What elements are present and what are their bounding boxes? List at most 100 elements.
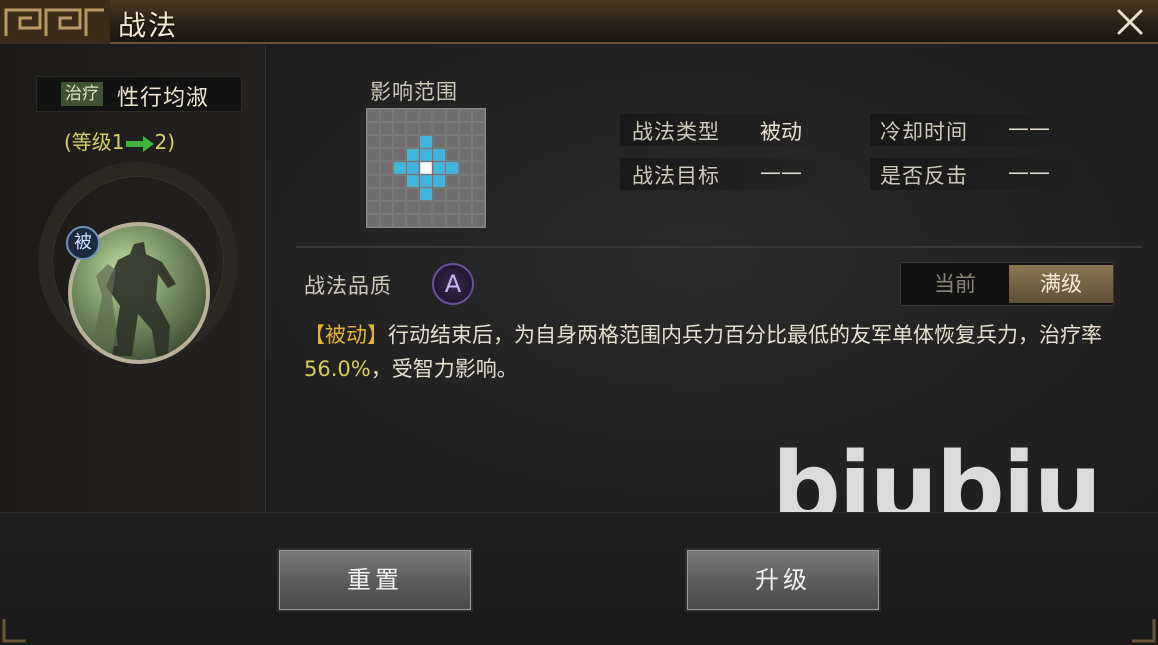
grid-cell xyxy=(432,188,446,201)
grid-cell xyxy=(380,135,393,148)
grid-cell xyxy=(419,214,433,227)
grid-cell-highlighted xyxy=(406,174,420,188)
grid-cell xyxy=(459,122,472,135)
skill-target-value: —— xyxy=(760,160,802,184)
grid-cell xyxy=(406,214,420,227)
grid-cell-highlighted xyxy=(419,135,433,148)
grid-cell xyxy=(472,109,485,122)
description-text-1: 行动结束后，为自身两格范围内兵力百分比最低的友军单体恢复兵力，治疗率 xyxy=(388,323,1102,347)
grid-cell-center xyxy=(419,161,433,175)
grid-cell xyxy=(446,148,459,162)
grid-cell-highlighted xyxy=(406,161,420,175)
grid-cell xyxy=(432,201,446,214)
reset-button[interactable]: 重置 xyxy=(279,550,471,610)
range-grid xyxy=(366,108,486,228)
grid-cell xyxy=(367,174,380,188)
cooldown-label: 冷却时间 xyxy=(880,120,968,144)
grid-cell xyxy=(446,201,459,214)
description-tag: 【被动】 xyxy=(304,323,388,347)
grid-cell xyxy=(472,174,485,188)
grid-cell xyxy=(472,122,485,135)
grid-cell xyxy=(446,214,459,227)
grid-cell xyxy=(432,122,446,135)
tab-max-level[interactable]: 满级 xyxy=(1009,265,1113,303)
grid-cell xyxy=(367,109,380,122)
grid-cell xyxy=(472,214,485,227)
grid-cell xyxy=(393,201,406,214)
description-text-2: ，受智力影响。 xyxy=(370,357,518,381)
level-from: (等级1 xyxy=(64,130,125,154)
grid-cell xyxy=(472,135,485,148)
close-icon[interactable] xyxy=(1112,4,1148,40)
quality-label: 战法品质 xyxy=(304,274,392,298)
grid-cell xyxy=(459,109,472,122)
grid-cell xyxy=(432,214,446,227)
grid-cell xyxy=(446,109,459,122)
grid-cell-highlighted xyxy=(406,148,420,162)
grid-cell xyxy=(367,188,380,201)
skill-description: 【被动】行动结束后，为自身两格范围内兵力百分比最低的友军单体恢复兵力，治疗率 56… xyxy=(304,318,1134,386)
level-to: 2) xyxy=(154,130,176,154)
title-bar: 战法 xyxy=(0,0,1158,44)
grid-cell xyxy=(380,188,393,201)
grid-cell xyxy=(472,161,485,175)
arrow-right-icon xyxy=(125,135,154,152)
grid-cell xyxy=(380,201,393,214)
grid-cell xyxy=(393,109,406,122)
grid-cell xyxy=(406,135,420,148)
skill-window: 战法 治疗 性行均淑 (等级1 2) 被 影响范围 战法类型 被动 冷却时间 ——… xyxy=(0,0,1158,645)
grid-cell xyxy=(446,174,459,188)
grid-cell xyxy=(393,135,406,148)
grid-cell xyxy=(419,122,433,135)
grid-cell xyxy=(380,109,393,122)
grid-cell xyxy=(380,174,393,188)
grid-cell xyxy=(367,135,380,148)
grid-cell xyxy=(367,122,380,135)
grid-cell xyxy=(446,122,459,135)
upgrade-button[interactable]: 升级 xyxy=(687,550,879,610)
grid-cell xyxy=(432,135,446,148)
grid-cell-highlighted xyxy=(432,161,446,175)
skill-name-box: 治疗 性行均淑 xyxy=(36,76,242,112)
grid-cell xyxy=(459,135,472,148)
grid-cell xyxy=(380,122,393,135)
grid-cell xyxy=(459,188,472,201)
bottom-bar xyxy=(0,512,1158,645)
grid-cell xyxy=(393,214,406,227)
grid-cell xyxy=(459,148,472,162)
corner-ornament-icon xyxy=(1132,619,1156,643)
grid-cell xyxy=(393,122,406,135)
grid-cell-highlighted xyxy=(446,161,459,175)
grid-cell xyxy=(367,214,380,227)
grid-cell xyxy=(406,122,420,135)
grid-cell xyxy=(472,148,485,162)
title-ornament-icon xyxy=(0,0,110,44)
grid-cell xyxy=(446,188,459,201)
counter-label: 是否反击 xyxy=(880,164,968,188)
window-title: 战法 xyxy=(118,9,179,42)
grid-cell xyxy=(380,214,393,227)
quality-badge: A xyxy=(432,263,474,305)
skill-target-label: 战法目标 xyxy=(632,164,720,188)
level-toggle: 当前 满级 xyxy=(900,262,1114,306)
grid-cell xyxy=(367,148,380,162)
grid-cell xyxy=(472,201,485,214)
range-label: 影响范围 xyxy=(370,80,458,104)
grid-cell-highlighted xyxy=(432,148,446,162)
grid-cell xyxy=(380,148,393,162)
grid-cell xyxy=(459,201,472,214)
skill-type-value: 被动 xyxy=(760,120,802,144)
grid-cell xyxy=(459,174,472,188)
grid-cell xyxy=(419,109,433,122)
grid-cell xyxy=(367,161,380,175)
counter-value: —— xyxy=(1008,160,1050,184)
level-change: (等级1 2) xyxy=(64,126,175,155)
grid-cell-highlighted xyxy=(419,148,433,162)
heal-rate: 56.0% xyxy=(304,357,371,381)
grid-cell-highlighted xyxy=(432,174,446,188)
skill-category-tag: 治疗 xyxy=(61,82,103,106)
cooldown-value: —— xyxy=(1008,116,1050,140)
tab-current[interactable]: 当前 xyxy=(903,265,1007,303)
grid-cell xyxy=(432,109,446,122)
grid-cell xyxy=(406,109,420,122)
